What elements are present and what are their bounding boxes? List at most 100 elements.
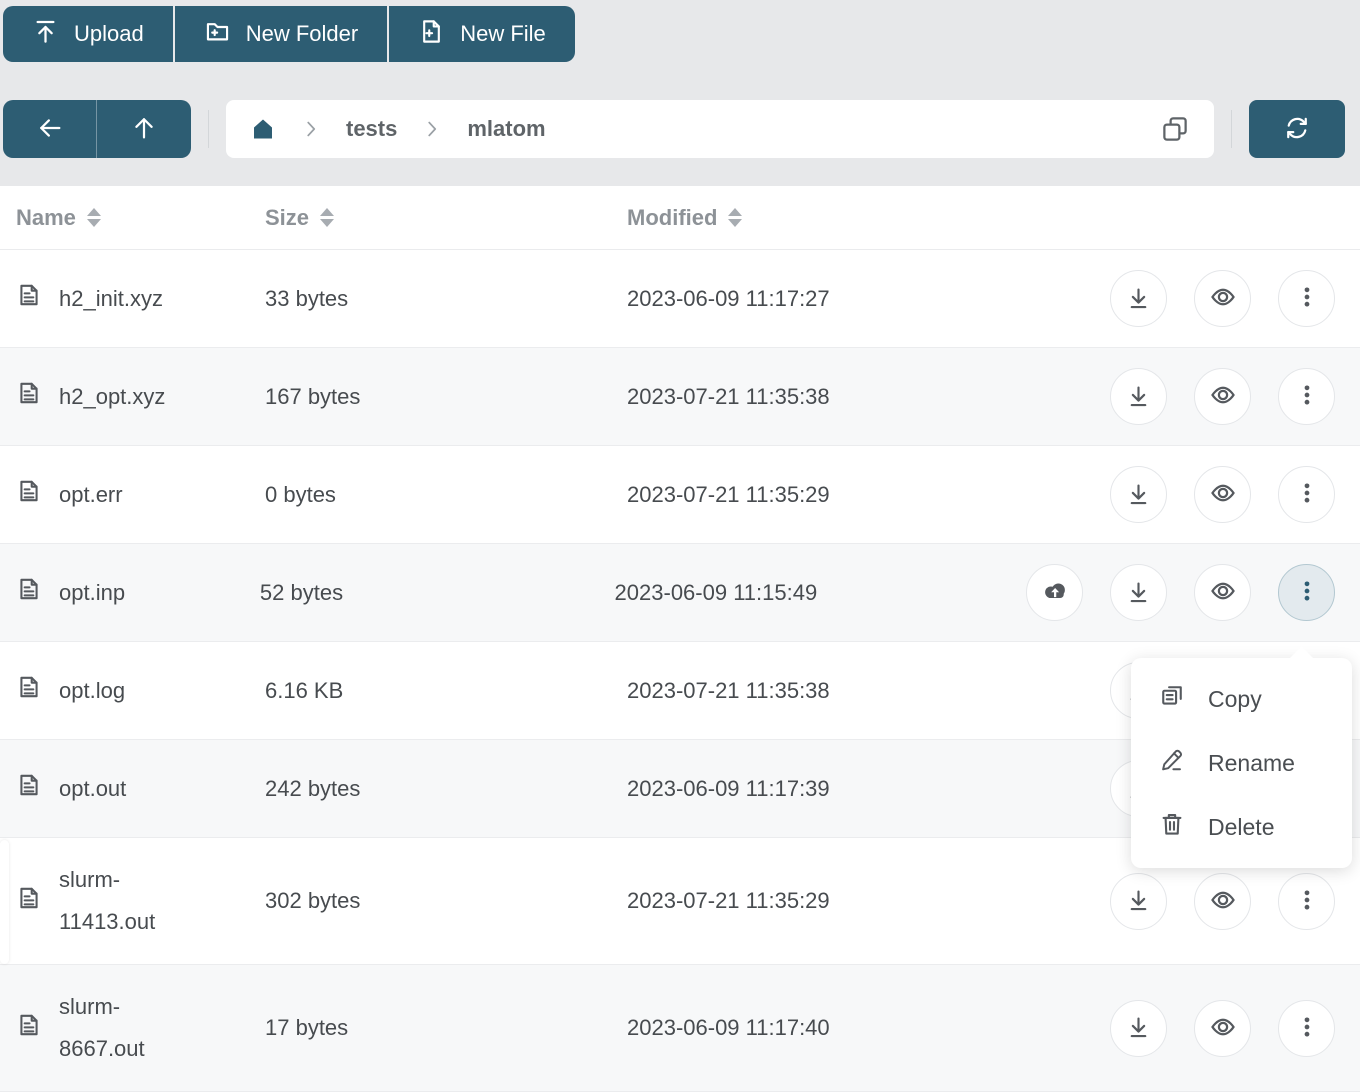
download-icon [1125,886,1152,916]
divider [1231,110,1232,148]
file-size: 0 bytes [265,482,627,508]
header-zone: Upload New Folder New File tests mlatom [0,0,1360,186]
download-button[interactable] [1110,873,1167,930]
menu-item-rename-label: Rename [1208,750,1295,777]
table-row: slurm-8667.out 17 bytes 2023-06-09 11:17… [0,965,1360,1092]
new-file-button-label: New File [460,21,546,47]
table-row: opt.err 0 bytes 2023-07-21 11:35:29 [0,446,1360,544]
file-modified: 2023-06-09 11:17:40 [627,1015,1047,1041]
file-size: 242 bytes [265,776,627,802]
file-name[interactable]: slurm-11413.out [59,859,204,943]
menu-item-delete-label: Delete [1208,814,1274,841]
upload-button[interactable]: Upload [3,6,173,62]
new-folder-button-label: New Folder [246,21,358,47]
file-name[interactable]: opt.out [59,768,204,810]
pencil-icon [1158,746,1186,780]
navigation-bar: tests mlatom [0,100,1360,158]
column-header-modified: Modified [627,205,717,231]
download-button[interactable] [1110,368,1167,425]
view-button[interactable] [1194,270,1251,327]
more-actions-button-active[interactable] [1278,564,1335,621]
view-button[interactable] [1194,1000,1251,1057]
home-icon[interactable] [250,116,276,142]
refresh-icon [1283,114,1311,145]
file-name[interactable]: opt.inp [59,572,204,614]
new-file-button[interactable]: New File [389,6,575,62]
refresh-button[interactable] [1249,100,1345,158]
download-button[interactable] [1110,270,1167,327]
kebab-menu-icon [1294,1014,1320,1043]
menu-item-copy[interactable]: Copy [1131,667,1352,731]
file-plus-icon [418,18,445,51]
download-button[interactable] [1110,466,1167,523]
back-button[interactable] [3,100,97,158]
menu-item-rename[interactable]: Rename [1131,731,1352,795]
sort-name-icon[interactable] [87,208,101,227]
file-icon [16,1012,42,1044]
sort-modified-icon[interactable] [728,208,742,227]
file-size: 52 bytes [260,580,615,606]
kebab-menu-icon [1294,284,1320,313]
arrow-left-icon [36,114,64,145]
kebab-menu-icon [1294,480,1320,509]
view-button[interactable] [1194,873,1251,930]
history-nav-group [3,100,191,158]
view-button[interactable] [1194,564,1251,621]
copy-icon [1158,682,1186,716]
download-icon [1125,480,1152,510]
file-name[interactable]: slurm-8667.out [59,986,204,1070]
file-icon [16,885,42,917]
more-actions-button[interactable] [1278,1000,1335,1057]
chevron-right-icon [300,118,322,140]
eye-icon [1208,380,1238,413]
kebab-menu-icon [1294,578,1320,607]
more-actions-button[interactable] [1278,270,1335,327]
file-size: 33 bytes [265,286,627,312]
file-size: 302 bytes [265,888,627,914]
kebab-menu-icon [1294,382,1320,411]
kebab-menu-icon [1294,887,1320,916]
table-row-active: opt.inp 52 bytes 2023-06-09 11:15:49 [0,544,1360,642]
file-icon [16,282,42,314]
chevron-right-icon [421,118,443,140]
breadcrumb: tests mlatom [226,100,1214,158]
cloud-upload-button[interactable] [1026,564,1083,621]
file-modified: 2023-06-09 11:17:27 [627,286,1047,312]
file-name[interactable]: opt.log [59,670,204,712]
download-button[interactable] [1110,564,1167,621]
menu-item-copy-label: Copy [1208,686,1262,713]
new-folder-button[interactable]: New Folder [175,6,387,62]
file-icon [16,674,42,706]
divider [208,110,209,148]
copy-path-icon[interactable] [1160,114,1190,144]
scrollbar[interactable] [0,840,9,964]
up-directory-button[interactable] [97,100,191,158]
file-size: 167 bytes [265,384,627,410]
file-icon [16,478,42,510]
eye-icon [1208,478,1238,511]
folder-plus-icon [204,18,231,51]
more-actions-button[interactable] [1278,368,1335,425]
eye-icon [1208,1012,1238,1045]
more-actions-button[interactable] [1278,466,1335,523]
menu-item-delete[interactable]: Delete [1131,795,1352,859]
breadcrumb-item-mlatom[interactable]: mlatom [467,116,545,142]
file-modified: 2023-07-21 11:35:38 [627,384,1047,410]
sort-size-icon[interactable] [320,208,334,227]
file-modified: 2023-07-21 11:35:38 [627,678,1047,704]
view-button[interactable] [1194,368,1251,425]
breadcrumb-item-tests[interactable]: tests [346,116,397,142]
more-actions-button[interactable] [1278,873,1335,930]
file-name[interactable]: h2_opt.xyz [59,376,204,418]
file-size: 17 bytes [265,1015,627,1041]
download-button[interactable] [1110,1000,1167,1057]
download-icon [1125,382,1152,412]
column-header-name: Name [16,205,76,231]
file-modified: 2023-06-09 11:17:39 [627,776,1047,802]
eye-icon [1208,282,1238,315]
eye-icon [1208,576,1238,609]
view-button[interactable] [1194,466,1251,523]
file-name[interactable]: h2_init.xyz [59,278,204,320]
file-name[interactable]: opt.err [59,474,204,516]
file-modified: 2023-06-09 11:15:49 [615,580,1026,606]
